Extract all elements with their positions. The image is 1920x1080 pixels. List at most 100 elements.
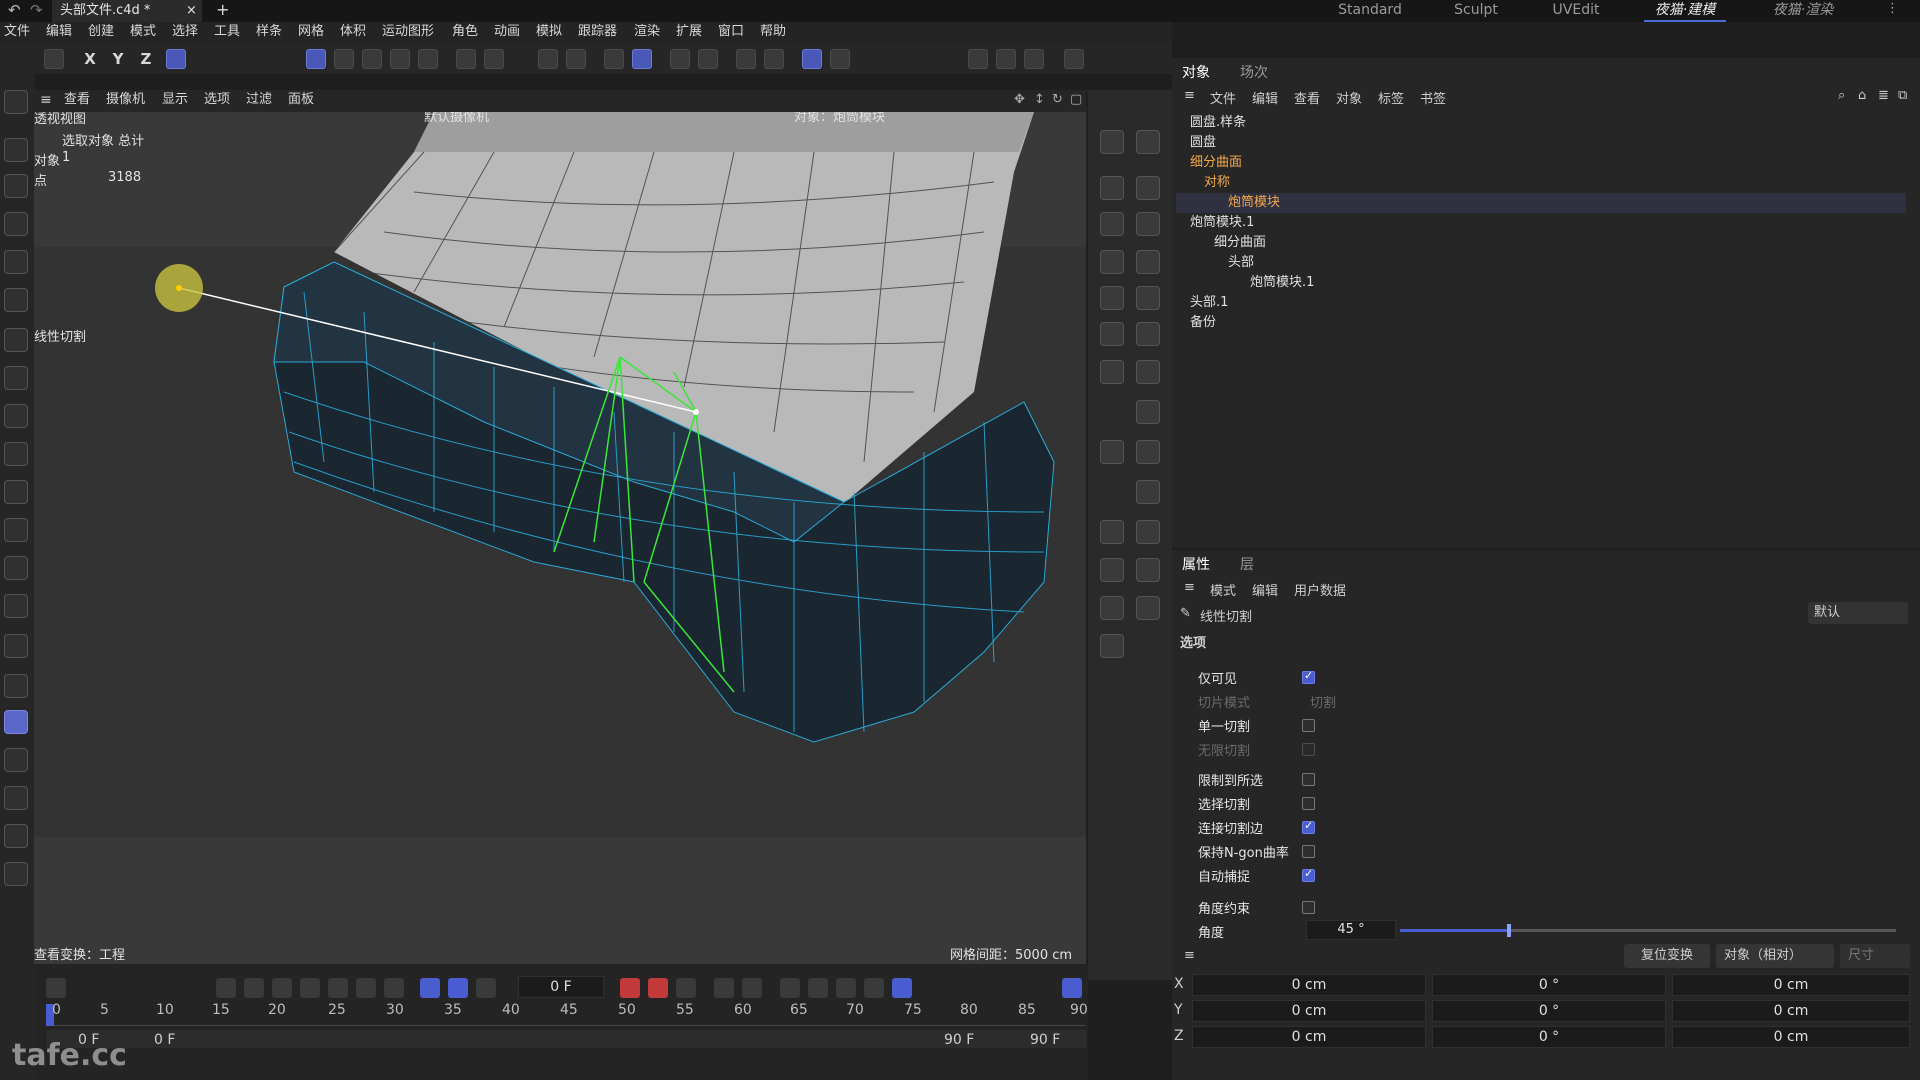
snap-icon[interactable] — [632, 49, 652, 69]
slice-mode-value[interactable]: 切割 — [1310, 692, 1336, 711]
symmetry-icon[interactable] — [736, 49, 756, 69]
polygon-icon[interactable] — [4, 480, 28, 504]
viewport-solo-icon[interactable] — [802, 49, 822, 69]
menu-item[interactable]: 工具 — [214, 22, 240, 42]
menu-item[interactable]: 扩展 — [676, 22, 702, 42]
position-y-input[interactable]: 0 cm — [1192, 1000, 1426, 1022]
rotate-icon[interactable] — [4, 250, 28, 274]
viewport-menu-item[interactable]: 查看 — [64, 90, 90, 110]
angle-slider-knob[interactable] — [1507, 924, 1512, 937]
reset-transform-button[interactable]: 复位变换 — [1624, 944, 1710, 968]
size-dropdown[interactable]: 尺寸 — [1840, 944, 1910, 968]
model-mesh[interactable] — [34, 112, 1086, 964]
render-settings-icon[interactable] — [1024, 49, 1044, 69]
spline-icon[interactable] — [1136, 480, 1160, 504]
workspace-standard[interactable]: Standard — [1330, 0, 1410, 22]
object-row[interactable]: 细分曲面 — [1176, 153, 1906, 173]
move-icon[interactable] — [4, 212, 28, 236]
render-picture-icon[interactable] — [996, 49, 1016, 69]
menu-item[interactable]: 渲染 — [634, 22, 660, 42]
scale-z-input[interactable]: 0 cm — [1672, 1026, 1910, 1048]
autokey-icon[interactable] — [830, 49, 850, 69]
branch-icon[interactable] — [1100, 558, 1124, 582]
object-row[interactable]: 头部 — [1176, 253, 1906, 273]
hamburger-icon[interactable]: ≡ — [1184, 88, 1195, 103]
rotation-x-input[interactable]: 0 ° — [1432, 974, 1666, 996]
lock-z-button[interactable]: Z — [136, 49, 156, 69]
disc-icon[interactable] — [1100, 176, 1124, 200]
knife-tool-icon[interactable] — [1100, 286, 1124, 310]
infinite-cut-checkbox[interactable] — [1302, 743, 1315, 756]
search-icon[interactable] — [4, 90, 28, 114]
rotate-key-icon[interactable] — [808, 978, 828, 998]
knife-icon[interactable] — [4, 710, 28, 734]
menu-item[interactable]: 模拟 — [536, 22, 562, 42]
zoom-icon[interactable]: ↕ — [1034, 92, 1045, 107]
light-icon[interactable] — [1064, 49, 1084, 69]
object-row[interactable]: 对称 — [1176, 173, 1906, 193]
bridge-icon[interactable] — [4, 556, 28, 580]
edges-mode-icon[interactable] — [334, 49, 354, 69]
render-icon[interactable] — [1136, 558, 1160, 582]
null-icon[interactable] — [1100, 360, 1124, 384]
tab-objects[interactable]: 对象 — [1182, 62, 1210, 82]
visibility-icon[interactable] — [1100, 520, 1124, 544]
object-row[interactable]: 头部.1 — [1176, 293, 1906, 313]
camera-label[interactable]: 默认摄像机 — [424, 112, 489, 125]
scale-icon[interactable] — [4, 288, 28, 312]
text-icon[interactable] — [1136, 250, 1160, 274]
gear-green-icon[interactable] — [1136, 360, 1160, 384]
position-z-input[interactable]: 0 cm — [1192, 1026, 1426, 1048]
object-row[interactable]: 细分曲面 — [1176, 233, 1906, 253]
go-start-icon[interactable] — [216, 978, 236, 998]
export-icon[interactable] — [1100, 634, 1124, 658]
range-bar[interactable] — [46, 1030, 1086, 1048]
menu-item[interactable]: 角色 — [452, 22, 478, 42]
objects-menu-item[interactable]: 书签 — [1420, 88, 1446, 107]
live-select-icon[interactable] — [4, 174, 28, 198]
square-icon[interactable] — [1136, 176, 1160, 200]
filter-icon[interactable]: ≣ — [1878, 88, 1889, 103]
viewport[interactable]: 透视视图 选取对象 总计 对象 1 点 3188 默认摄像机 对象：炮筒模块 线… — [34, 112, 1086, 964]
range-end[interactable]: 90 F — [944, 1032, 974, 1048]
restrict-selection-checkbox[interactable] — [1302, 773, 1315, 786]
menu-item[interactable]: 样条 — [256, 22, 282, 42]
angle-slider-track[interactable] — [1400, 924, 1896, 937]
workspace-modeling[interactable]: 夜猫·建模 — [1644, 0, 1726, 22]
objects-menu-item[interactable]: 文件 — [1210, 88, 1236, 107]
deformer-icon[interactable] — [1136, 400, 1160, 424]
objects-menu-item[interactable]: 对象 — [1336, 88, 1362, 107]
workspace-render[interactable]: 夜猫·渲染 — [1758, 0, 1848, 22]
position-x-input[interactable]: 0 cm — [1192, 974, 1426, 996]
extrude-icon[interactable] — [4, 594, 28, 618]
viewport-menu-item[interactable]: 过滤 — [246, 90, 272, 110]
spline-pen-icon[interactable] — [4, 404, 28, 428]
close-tab-icon[interactable]: × — [186, 0, 197, 22]
uv-mode-icon[interactable] — [390, 49, 410, 69]
plane-icon[interactable] — [1100, 212, 1124, 236]
keep-ngon-checkbox[interactable] — [1302, 845, 1315, 858]
redo-icon[interactable]: ↷ — [30, 1, 43, 19]
light-tool-icon[interactable] — [1136, 596, 1160, 620]
auto-snap-checkbox[interactable] — [1302, 867, 1315, 882]
viewport-menu-item[interactable]: 选项 — [204, 90, 230, 110]
lock-x-button[interactable]: X — [80, 49, 100, 69]
record-icon[interactable] — [620, 978, 640, 998]
attributes-menu-item[interactable]: 模式 — [1210, 580, 1236, 599]
tab-layers[interactable]: 层 — [1240, 554, 1254, 574]
more-icon[interactable]: ⋮ — [1886, 1, 1899, 16]
target-icon[interactable] — [698, 49, 718, 69]
object-row[interactable]: 炮筒模块.1 — [1176, 213, 1906, 233]
loop-icon[interactable] — [420, 978, 440, 998]
coordinate-mode-dropdown[interactable]: 对象（相对） — [1716, 944, 1834, 968]
fcurve-icon[interactable] — [1062, 978, 1082, 998]
select-cut-checkbox[interactable] — [1302, 797, 1315, 810]
connect-edges-checkbox[interactable] — [1302, 819, 1315, 834]
menu-item[interactable]: 动画 — [494, 22, 520, 42]
attributes-menu-item[interactable]: 用户数据 — [1294, 580, 1346, 599]
motion-icon[interactable] — [714, 978, 734, 998]
sphere-icon[interactable] — [1136, 130, 1160, 154]
objects-menu-item[interactable]: 标签 — [1378, 88, 1404, 107]
bevel-icon[interactable] — [4, 518, 28, 542]
timeline-icon[interactable] — [742, 978, 762, 998]
